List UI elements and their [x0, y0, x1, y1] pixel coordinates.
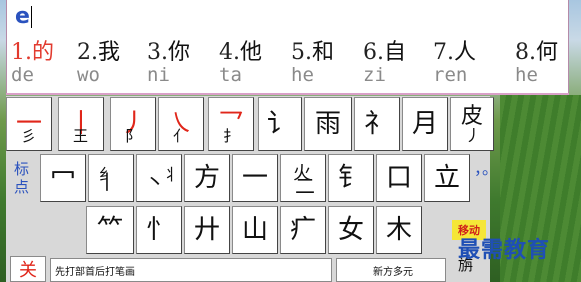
key-mu[interactable]: 木 [376, 206, 422, 254]
key-pi[interactable]: 皮丿 [450, 97, 494, 151]
key-shi-radical[interactable]: 礻 [354, 97, 400, 151]
key-zhe[interactable]: 乛扌 [208, 97, 254, 151]
candidate-1[interactable]: 1.的 de [11, 34, 77, 86]
key-ne-radical[interactable]: 疒 [280, 206, 326, 254]
key-yu[interactable]: 雨 [304, 97, 352, 151]
candidate-4[interactable]: 4.他 ta [219, 34, 291, 86]
key-yan-radical[interactable]: 讠 [258, 97, 302, 151]
comma-period-key[interactable]: ，。 [474, 160, 498, 178]
punctuation-label: 标点 [14, 160, 30, 196]
key-shu[interactable]: 丨王 [58, 97, 104, 151]
key-fang[interactable]: 方 [184, 154, 230, 202]
key-si-radical[interactable]: 纟丨 [88, 154, 134, 202]
key-shan[interactable]: 山 [232, 206, 278, 254]
key-yue[interactable]: 月 [402, 97, 448, 151]
key-mi-radical[interactable]: 冖 [40, 154, 86, 202]
key-yi[interactable]: 一 [232, 154, 278, 202]
candidate-8[interactable]: 8.何 he [515, 34, 568, 86]
hint-bar: 先打部首后打笔画 [50, 258, 332, 282]
key-pie[interactable]: 丿阝 [110, 97, 156, 151]
ime-candidate-window: e 1.的 de 2.我 wo 3.你 ni 4.他 ta 5.和 he 6.自 zi 7.人 ren 8.… [6, 0, 569, 94]
key-jin-radical[interactable]: 钅 [328, 154, 374, 202]
key-gong-radical[interactable]: 廾 [184, 206, 230, 254]
key-kou[interactable]: 口 [376, 154, 422, 202]
key-li[interactable]: 立 [424, 154, 470, 202]
ime-divider [6, 93, 569, 95]
candidate-5[interactable]: 5.和 he [291, 34, 363, 86]
mode-bar[interactable]: 新方多元 [336, 258, 446, 282]
key-nv[interactable]: 女 [328, 206, 374, 254]
watermark-logo: 最需教育 [458, 238, 551, 263]
text-caret [31, 6, 32, 28]
candidate-2[interactable]: 2.我 wo [77, 34, 147, 86]
key-heng[interactable]: 一彡 [6, 97, 52, 151]
candidate-6[interactable]: 6.自 zi [363, 34, 433, 86]
key-huo[interactable]: 火二 [280, 154, 326, 202]
key-xin-radical[interactable]: 忄 [136, 206, 182, 254]
key-zhu-radical[interactable]: ⺮ [86, 206, 134, 254]
close-keyboard-button[interactable]: 关 [10, 256, 46, 282]
candidate-7[interactable]: 7.人 ren [433, 34, 515, 86]
key-jiang-radical[interactable]: 丬丶 [136, 154, 182, 202]
composition-text: e [15, 4, 30, 29]
candidate-3[interactable]: 3.你 ni [147, 34, 219, 86]
key-na[interactable]: ㇏亻 [158, 97, 204, 151]
candidate-list: 1.的 de 2.我 wo 3.你 ni 4.他 ta 5.和 he 6.自 zi 7.人 ren 8.何 h… [11, 34, 568, 86]
